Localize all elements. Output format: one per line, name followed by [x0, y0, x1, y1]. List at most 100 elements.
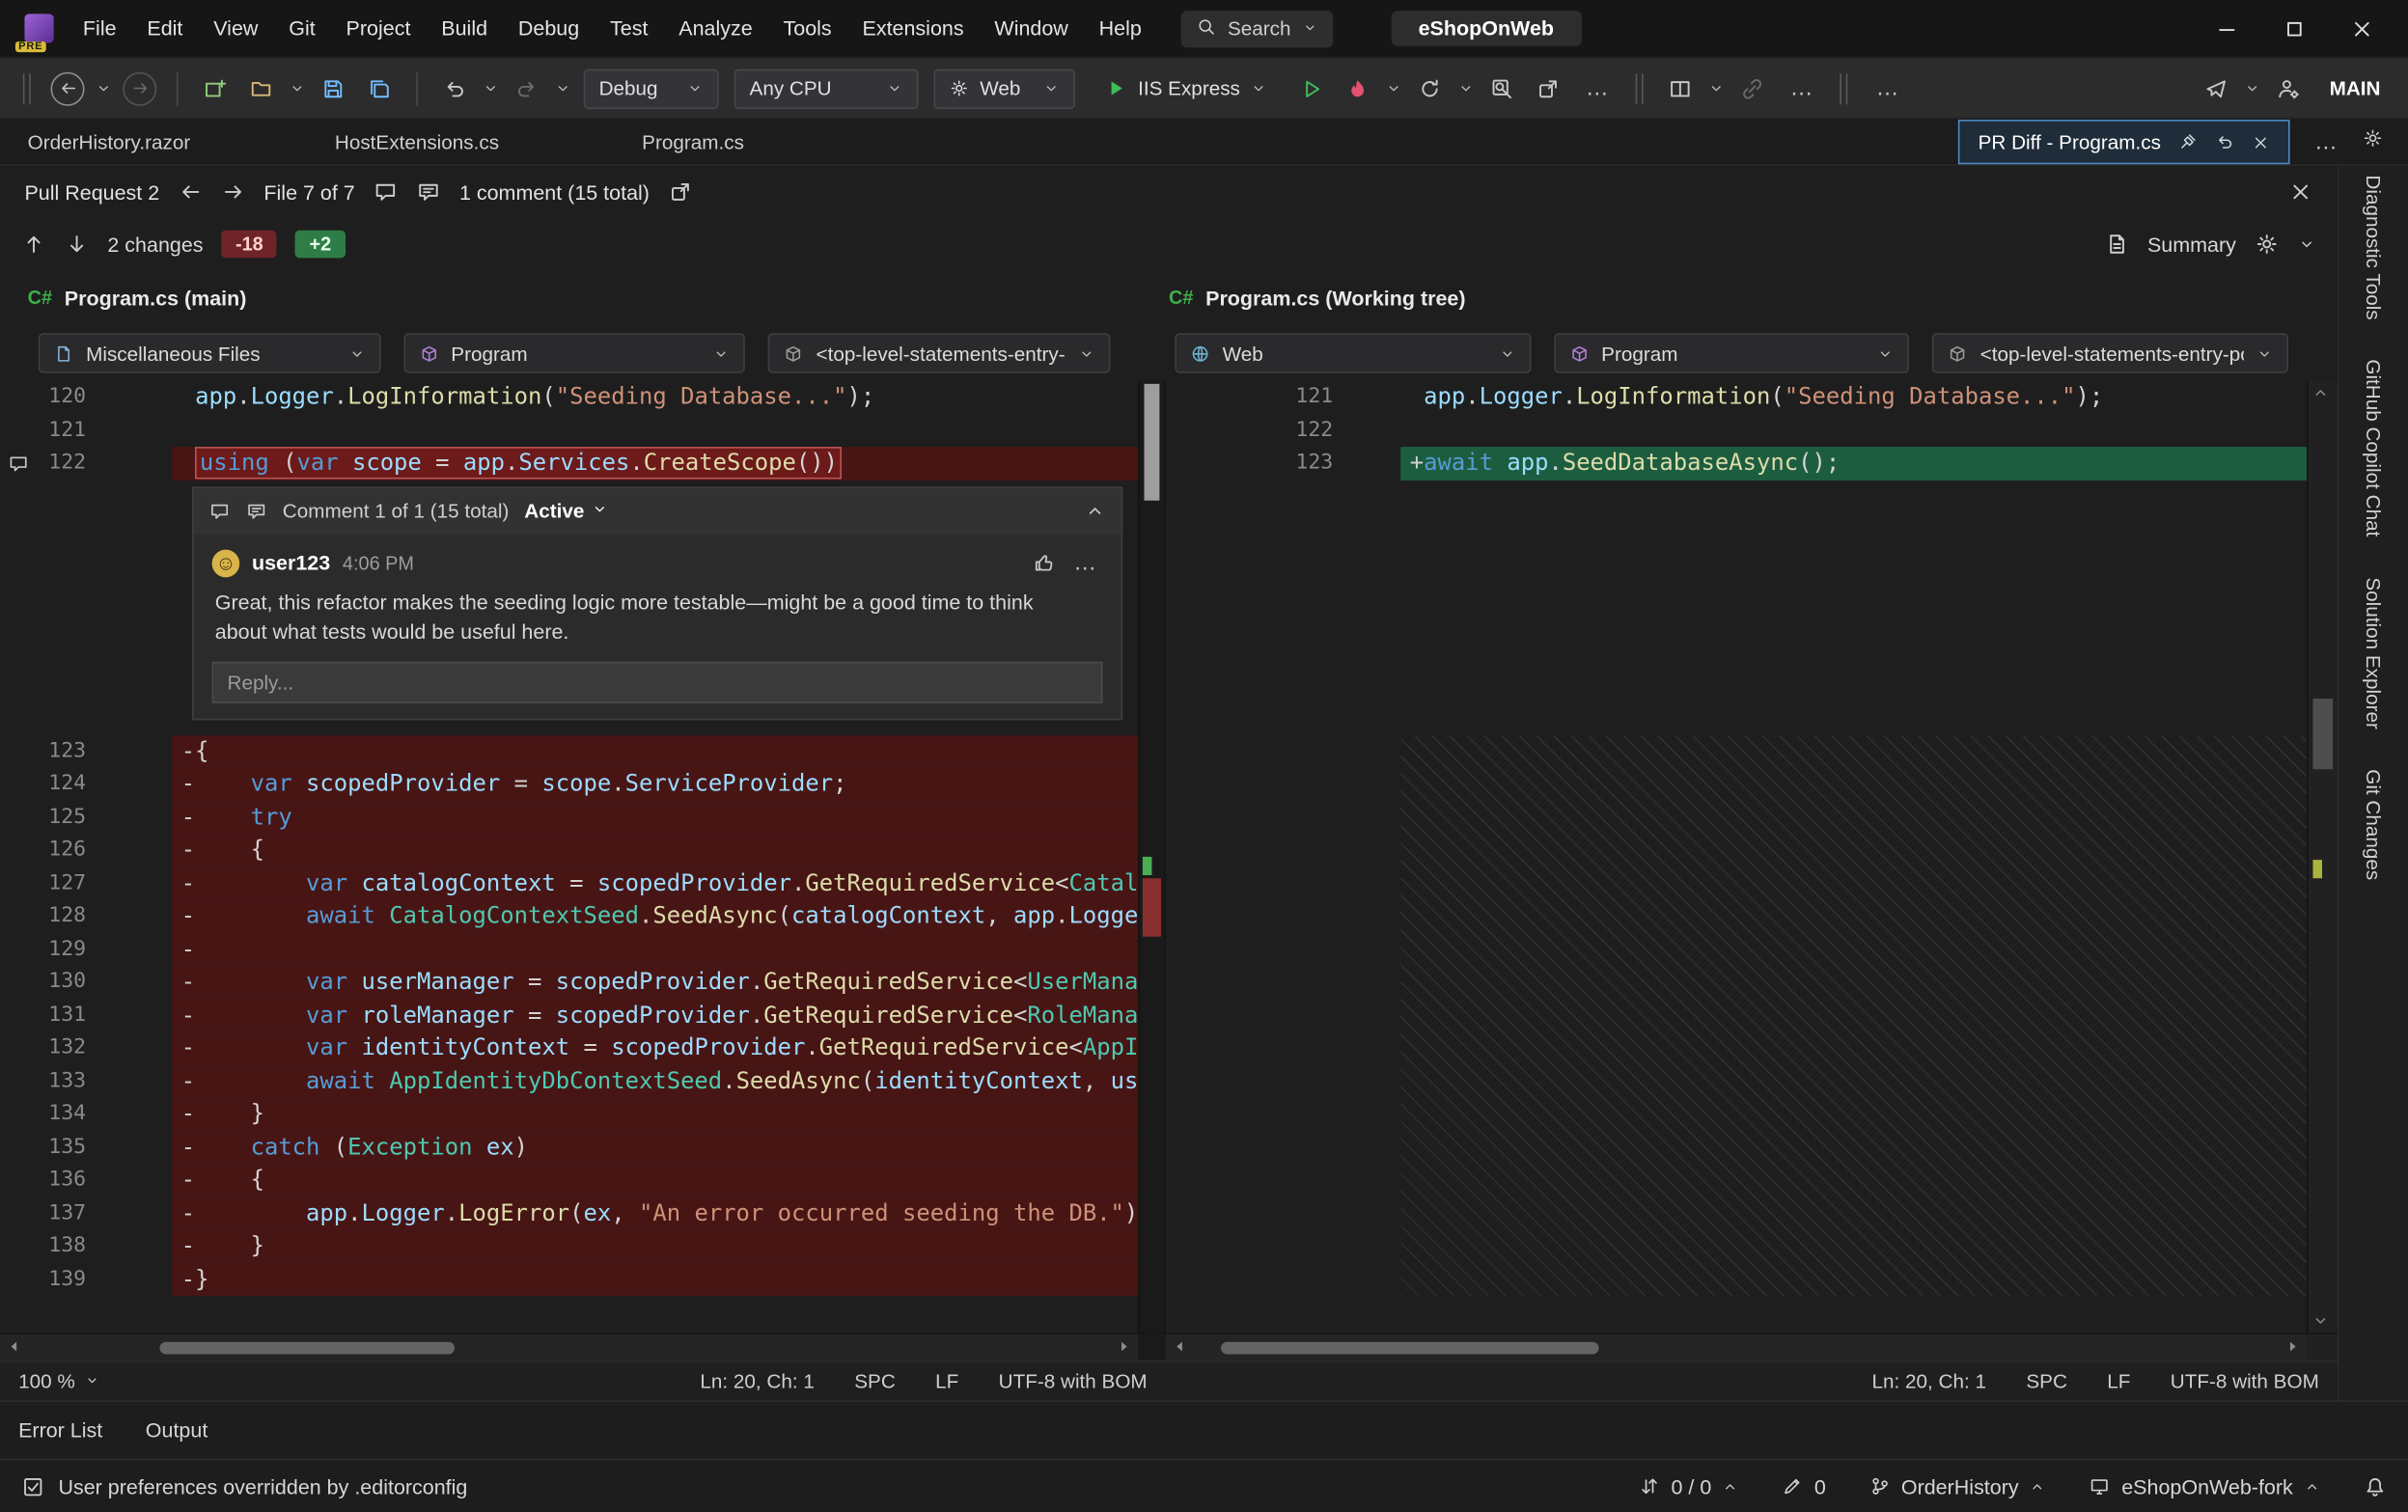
- scroll-right-arrow-icon[interactable]: [1114, 1335, 1135, 1357]
- toolbar-overflow-button-3[interactable]: …: [1866, 75, 1910, 101]
- menu-extensions[interactable]: Extensions: [847, 0, 980, 57]
- nav-dropdown-top-level-statements-entry-point[interactable]: <top-level-statements-entry-point>: [1932, 333, 2288, 372]
- like-icon[interactable]: [1032, 551, 1055, 574]
- toolbar-overflow-button[interactable]: …: [1575, 75, 1619, 101]
- code-line[interactable]: 137- app.Logger.LogError(ex, "An error o…: [0, 1196, 1138, 1229]
- scroll-down-arrow-icon[interactable]: [2311, 1311, 2330, 1330]
- reply-input[interactable]: Reply...: [212, 661, 1103, 702]
- navigate-forward-button[interactable]: [123, 71, 156, 105]
- previous-comment-button[interactable]: [374, 179, 398, 204]
- code-text[interactable]: - app.Logger.LogError(ex, "An error occu…: [172, 1196, 1138, 1229]
- start-without-debugging-button[interactable]: [1292, 69, 1332, 108]
- next-comment-button[interactable]: [416, 179, 440, 204]
- code-text[interactable]: - {: [172, 1164, 1138, 1196]
- code-line[interactable]: 139-}: [0, 1263, 1138, 1296]
- comment-more-button[interactable]: …: [1067, 550, 1103, 576]
- feedback-menu[interactable]: [2242, 80, 2262, 97]
- previous-change-button[interactable]: [21, 232, 45, 256]
- code-line[interactable]: 134- }: [0, 1098, 1138, 1131]
- add-new-project-button[interactable]: [195, 69, 235, 108]
- menu-tools[interactable]: Tools: [768, 0, 847, 57]
- code-line[interactable]: 121app.Logger.LogInformation("Seeding Da…: [1166, 381, 2307, 414]
- comment-status-dropdown[interactable]: Active: [524, 499, 609, 522]
- code-text[interactable]: - var catalogContext = scopedProvider.Ge…: [172, 866, 1138, 899]
- caret-position[interactable]: Ln: 20, Ch: 1: [700, 1369, 814, 1392]
- collapse-thread-icon[interactable]: [1084, 500, 1105, 521]
- open-file-button[interactable]: [668, 179, 692, 204]
- code-text[interactable]: [172, 414, 1138, 447]
- live-share-button[interactable]: [1733, 69, 1773, 108]
- code-line[interactable]: 127- var catalogContext = scopedProvider…: [0, 866, 1138, 899]
- open-folder-button[interactable]: [241, 69, 281, 108]
- code-text[interactable]: -: [172, 933, 1138, 966]
- summary-button[interactable]: Summary: [2147, 233, 2236, 256]
- eol-mode[interactable]: LF: [2107, 1369, 2130, 1392]
- code-text[interactable]: [1400, 414, 2307, 447]
- code-text[interactable]: using (var scope = app.Services.CreateSc…: [172, 447, 1138, 480]
- code-text[interactable]: - var roleManager = scopedProvider.GetRe…: [172, 999, 1138, 1031]
- diff-pane-modified[interactable]: 121app.Logger.LogInformation("Seeding Da…: [1166, 381, 2307, 1333]
- pin-tab-icon[interactable]: [2177, 132, 2198, 152]
- scroll-up-arrow-icon[interactable]: [2311, 384, 2330, 402]
- split-editor-button[interactable]: [1661, 69, 1701, 108]
- scrollbar-thumb[interactable]: [1144, 384, 1159, 501]
- code-line[interactable]: 128- await CatalogContextSeed.SeedAsync(…: [0, 899, 1138, 932]
- navigate-backward-button[interactable]: [51, 71, 85, 105]
- code-text[interactable]: -}: [172, 1263, 1138, 1296]
- code-text[interactable]: - var scopedProvider = scope.ServiceProv…: [172, 768, 1138, 801]
- code-line[interactable]: 133- await AppIdentityDbContextSeed.Seed…: [0, 1065, 1138, 1098]
- menu-git[interactable]: Git: [273, 0, 330, 57]
- previous-file-button[interactable]: [178, 179, 202, 204]
- tab-program-cs[interactable]: Program.cs: [615, 119, 922, 165]
- menu-edit[interactable]: Edit: [131, 0, 198, 57]
- close-pr-diff-button[interactable]: [2288, 179, 2312, 204]
- hot-reload-menu[interactable]: [1384, 80, 1404, 97]
- pending-changes-button[interactable]: 0: [1783, 1474, 1826, 1498]
- code-text[interactable]: - await AppIdentityDbContextSeed.SeedAsy…: [172, 1065, 1138, 1098]
- right-horizontal-scrollbar[interactable]: [1166, 1334, 2307, 1361]
- toolbar-grip[interactable]: [1841, 73, 1848, 104]
- comment-anchor-icon[interactable]: [0, 453, 37, 474]
- code-text[interactable]: app.Logger.LogInformation("Seeding Datab…: [172, 381, 1138, 414]
- code-line[interactable]: 122using (var scope = app.Services.Creat…: [0, 447, 1138, 480]
- code-line[interactable]: 136- {: [0, 1164, 1138, 1196]
- start-debugging-button[interactable]: IIS Express: [1091, 69, 1282, 108]
- zoom-selector[interactable]: 100 %: [0, 1369, 118, 1392]
- tab-overflow-button[interactable]: …: [2314, 128, 2338, 154]
- editor-settings-gear-icon[interactable]: [2362, 126, 2383, 155]
- diff-options-chevron-icon[interactable]: [2298, 234, 2316, 253]
- rail-git-changes[interactable]: Git Changes: [2362, 769, 2385, 880]
- code-line[interactable]: 131- var roleManager = scopedProvider.Ge…: [0, 999, 1138, 1031]
- rail-github-copilot-chat[interactable]: GitHub Copilot Chat: [2362, 360, 2385, 537]
- undo-button[interactable]: [434, 69, 474, 108]
- code-text[interactable]: - }: [172, 1230, 1138, 1263]
- save-button[interactable]: [314, 69, 353, 108]
- nav-dropdown-program[interactable]: Program: [403, 333, 745, 372]
- branch-main-button[interactable]: MAIN: [2314, 77, 2396, 100]
- code-line[interactable]: 126- {: [0, 834, 1138, 866]
- code-line[interactable]: 129-: [0, 933, 1138, 966]
- code-text[interactable]: - var userManager = scopedProvider.GetRe…: [172, 966, 1138, 999]
- split-editor-menu[interactable]: [1707, 80, 1728, 97]
- tab-output[interactable]: Output: [146, 1418, 208, 1442]
- code-line[interactable]: 120app.Logger.LogInformation("Seeding Da…: [0, 381, 1138, 414]
- code-text[interactable]: app.Logger.LogInformation("Seeding Datab…: [1400, 381, 2307, 414]
- menu-view[interactable]: View: [198, 0, 273, 57]
- rail-diagnostic-tools[interactable]: Diagnostic Tools: [2362, 175, 2385, 319]
- close-button[interactable]: [2328, 0, 2395, 57]
- code-text[interactable]: +await app.SeedDatabaseAsync();: [1400, 447, 2307, 480]
- code-line[interactable]: 125- try: [0, 801, 1138, 834]
- menu-test[interactable]: Test: [595, 0, 663, 57]
- indent-mode[interactable]: SPC: [2026, 1369, 2067, 1392]
- commits-status-button[interactable]: 0 / 0: [1639, 1474, 1739, 1498]
- save-all-button[interactable]: [359, 69, 399, 108]
- tab-hostextensions-cs[interactable]: HostExtensions.cs: [307, 119, 614, 165]
- notifications-button[interactable]: [2364, 1474, 2387, 1498]
- scroll-right-arrow-icon[interactable]: [2283, 1335, 2304, 1357]
- minimize-button[interactable]: [2193, 0, 2260, 57]
- titlebar-search[interactable]: Search: [1181, 10, 1332, 46]
- right-vertical-scrollbar[interactable]: [2307, 381, 2338, 1333]
- menu-help[interactable]: Help: [1084, 0, 1157, 57]
- navigate-backward-menu[interactable]: [94, 80, 114, 97]
- toolbar-overflow-button-2[interactable]: …: [1779, 75, 1823, 101]
